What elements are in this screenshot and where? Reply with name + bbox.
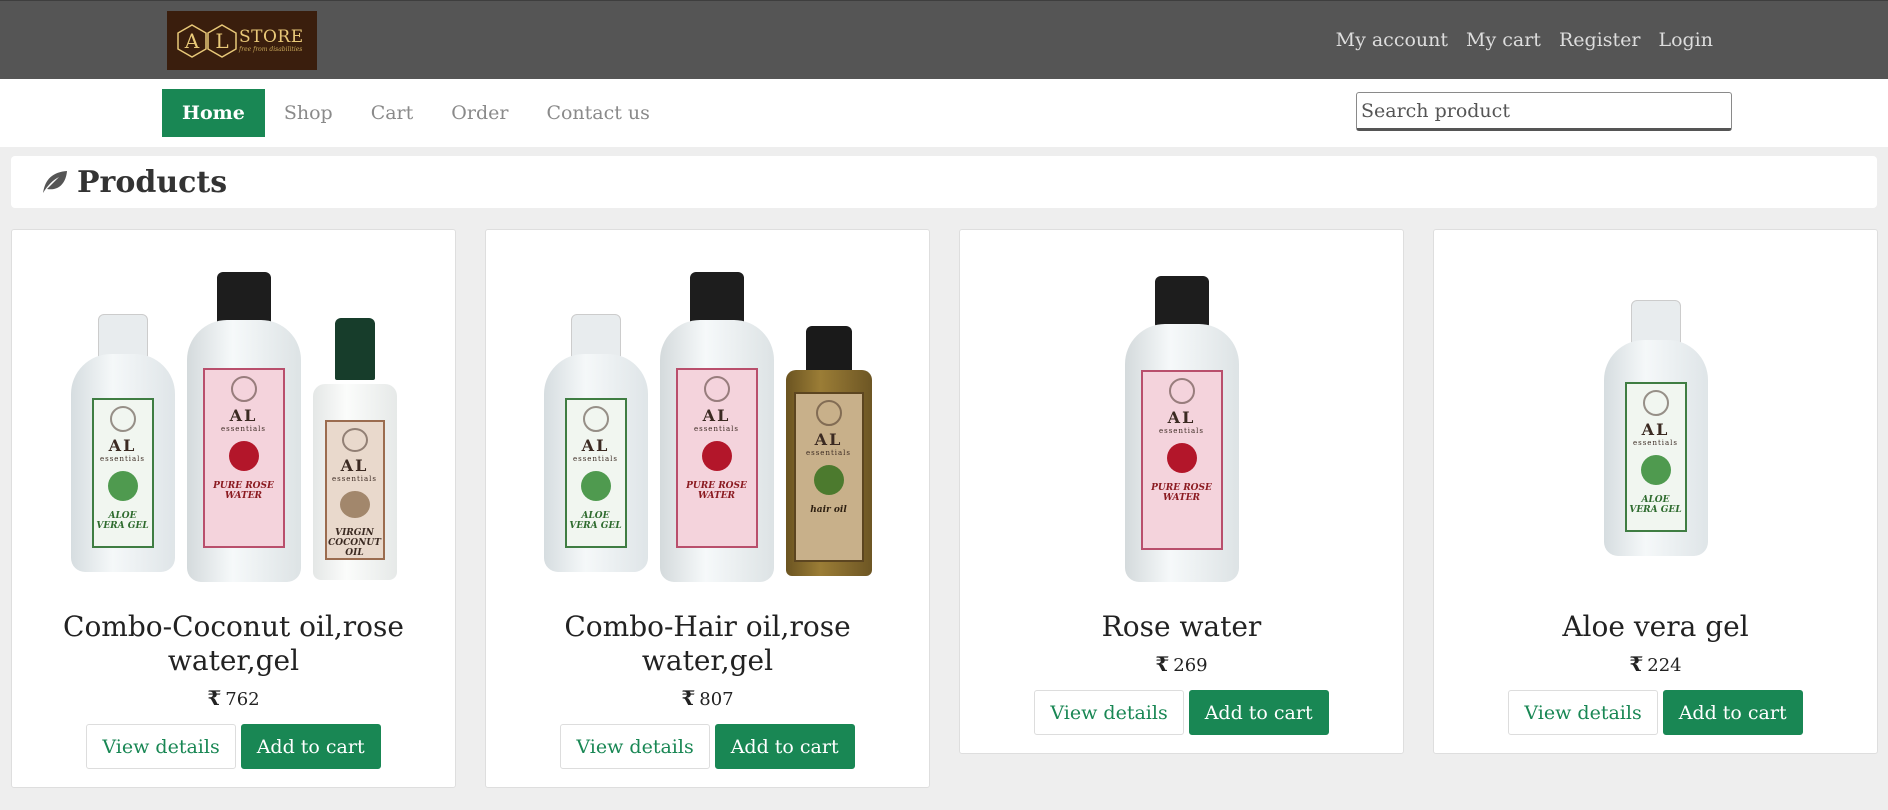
page-title: Products <box>77 164 228 200</box>
product-actions: View details Add to cart <box>1434 690 1877 735</box>
nav-cart[interactable]: Cart <box>352 89 433 137</box>
my-account-link[interactable]: My account <box>1336 29 1448 51</box>
product-image[interactable]: AL essentials ALOE VERA GEL AL essentials … <box>12 230 455 590</box>
view-details-button[interactable]: View details <box>1034 690 1184 735</box>
product-card: AL essentials ALOE VERA GEL Aloe vera gel… <box>1433 229 1878 754</box>
add-to-cart-button[interactable]: Add to cart <box>714 724 855 769</box>
product-actions: View details Add to cart <box>12 724 455 769</box>
add-to-cart-button[interactable]: Add to cart <box>1188 690 1329 735</box>
logo-text: STORE free from disabilities <box>239 26 304 53</box>
product-title[interactable]: Aloe vera gel <box>1434 610 1877 644</box>
rupee-icon: ₹ <box>681 686 696 710</box>
product-image[interactable]: AL essentials ALOE VERA GEL <box>1434 230 1877 590</box>
add-to-cart-button[interactable]: Add to cart <box>240 724 381 769</box>
product-actions: View details Add to cart <box>960 690 1403 735</box>
product-card: AL essentials PURE ROSE WATER Rose water … <box>959 229 1404 754</box>
view-details-button[interactable]: View details <box>1508 690 1658 735</box>
products-header: Products <box>11 156 1877 208</box>
my-cart-link[interactable]: My cart <box>1466 29 1541 51</box>
nav-order[interactable]: Order <box>432 89 527 137</box>
product-price: ₹224 <box>1629 652 1682 676</box>
aloe-bottle-image: AL essentials ALOE VERA GEL <box>70 314 175 572</box>
product-actions: View details Add to cart <box>486 724 929 769</box>
rose-water-bottle-image: AL essentials PURE ROSE WATER <box>1124 276 1239 582</box>
product-title[interactable]: Combo-Hair oil,rose water,gel <box>486 610 929 678</box>
rupee-icon: ₹ <box>207 686 222 710</box>
nav-home[interactable]: Home <box>162 89 265 137</box>
product-title[interactable]: Combo-Coconut oil,rose water,gel <box>12 610 455 678</box>
search-input[interactable] <box>1356 92 1732 131</box>
rupee-icon: ₹ <box>1629 652 1644 676</box>
store-logo[interactable]: A L STORE free from disabilities <box>167 11 317 70</box>
coconut-oil-bottle-image: AL essentials VIRGIN COCONUT OIL <box>312 318 397 580</box>
logo-hex-a: A <box>177 23 207 58</box>
product-image[interactable]: AL essentials ALOE VERA GEL AL essentials … <box>486 230 929 590</box>
logo-hex-l: L <box>207 23 237 58</box>
main-nav: Home Shop Cart Order Contact us <box>0 79 1888 147</box>
rose-water-bottle-image: AL essentials PURE ROSE WATER <box>186 272 301 582</box>
view-details-button[interactable]: View details <box>560 724 710 769</box>
add-to-cart-button[interactable]: Add to cart <box>1662 690 1803 735</box>
aloe-bottle-image: AL essentials ALOE VERA GEL <box>543 314 648 572</box>
leaf-icon <box>43 171 67 193</box>
view-details-button[interactable]: View details <box>86 724 236 769</box>
product-card: AL essentials ALOE VERA GEL AL essentials … <box>485 229 930 788</box>
product-image[interactable]: AL essentials PURE ROSE WATER <box>960 230 1403 590</box>
product-title[interactable]: Rose water <box>960 610 1403 644</box>
top-bar: A L STORE free from disabilities My acco… <box>0 0 1888 79</box>
account-links: My account My cart Register Login <box>1336 29 1713 51</box>
rose-water-bottle-image: AL essentials PURE ROSE WATER <box>659 272 774 582</box>
product-price: ₹269 <box>1155 652 1208 676</box>
login-link[interactable]: Login <box>1658 29 1713 51</box>
rupee-icon: ₹ <box>1155 652 1170 676</box>
register-link[interactable]: Register <box>1559 29 1641 51</box>
product-price: ₹807 <box>681 686 734 710</box>
hair-oil-bottle-image: AL essentials hair oil <box>785 326 872 576</box>
aloe-bottle-image: AL essentials ALOE VERA GEL <box>1603 300 1708 556</box>
nav-contact-us[interactable]: Contact us <box>527 89 668 137</box>
nav-shop[interactable]: Shop <box>265 89 352 137</box>
product-card: AL essentials ALOE VERA GEL AL essentials … <box>11 229 456 788</box>
product-price: ₹762 <box>207 686 260 710</box>
nav-menu: Home Shop Cart Order Contact us <box>162 89 669 137</box>
